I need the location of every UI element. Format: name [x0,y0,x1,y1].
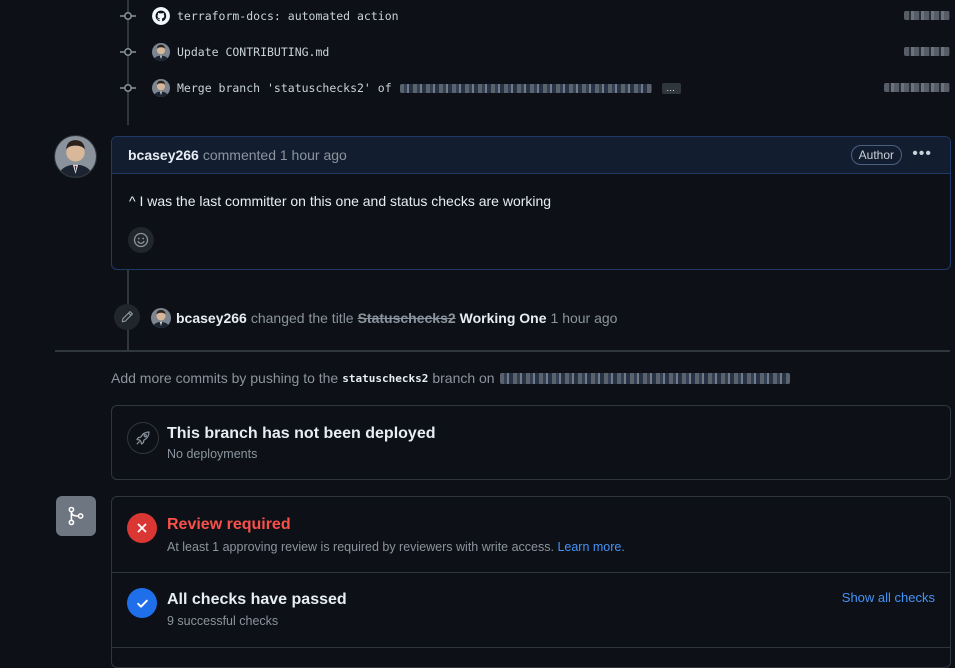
new-title: Working One [459,310,547,326]
old-title: Statuschecks2 [357,310,456,326]
rocket-icon [127,422,159,454]
git-merge-icon [56,496,96,536]
x-circle-icon [127,513,157,543]
author-badge: Author [850,145,902,165]
comment-author-link[interactable]: bcasey266 [128,147,199,163]
commit-message[interactable]: Update CONTRIBUTING.md [177,45,329,59]
event-timestamp[interactable]: 1 hour ago [551,310,618,326]
expand-commit-button[interactable]: … [661,82,681,94]
deployment-box: This branch has not been deployed No dep… [111,405,951,480]
git-commit-icon [118,78,138,98]
smiley-icon [133,232,149,248]
check-circle-icon [127,588,157,618]
commit-message[interactable]: Merge branch 'statuschecks2' of [177,81,392,95]
deployment-title: This branch has not been deployed [167,425,436,442]
checks-status-title: All checks have passed [167,591,347,608]
deployment-subtitle: No deployments [167,447,258,461]
review-status-title: Review required [167,516,291,533]
section-divider [112,572,950,573]
commit-message[interactable]: terraform-docs: automated action [177,9,399,23]
checks-status-subtitle: 9 successful checks [167,614,279,628]
comment-box: bcasey266 commented 1 hour ago Author ••… [111,136,951,270]
redacted-text [399,83,652,93]
git-commit-icon [118,6,138,26]
avatar[interactable] [54,135,97,178]
avatar[interactable] [152,79,170,97]
redacted-text [904,11,950,20]
kebab-menu-icon[interactable]: ••• [912,146,932,162]
comment-timestamp[interactable]: commented 1 hour ago [203,147,347,163]
commit-row: Update CONTRIBUTING.md [118,40,329,64]
event-actor-link[interactable]: bcasey266 [176,310,247,326]
show-all-checks-button[interactable]: Show all checks [842,590,935,605]
pencil-icon [114,304,140,330]
merge-status-box: Review required At least 1 approving rev… [111,496,951,668]
review-status-subtitle: At least 1 approving review is required … [167,540,625,554]
commit-row: terraform-docs: automated action [118,4,399,28]
comment-body: ^ I was the last committer on this one a… [129,193,552,209]
redacted-text [499,372,790,384]
learn-more-link[interactable]: Learn more. [557,540,624,554]
git-commit-icon [118,42,138,62]
redacted-text [904,47,950,56]
commit-row: Merge branch 'statuschecks2' of … [118,76,681,100]
github-icon[interactable] [152,7,170,25]
push-hint: Add more commits by pushing to the statu… [111,370,790,386]
push-hint-prefix: Add more commits by pushing to the [111,370,339,386]
section-divider [112,647,950,648]
avatar[interactable] [151,308,171,328]
comment-header: bcasey266 commented 1 hour ago Author ••… [112,137,950,174]
event-action: changed the title [250,310,354,326]
avatar[interactable] [152,43,170,61]
redacted-text [884,83,950,92]
timeline-divider [55,350,950,352]
add-reaction-button[interactable] [128,227,154,253]
review-status-text: At least 1 approving review is required … [167,540,554,554]
branch-name: statuschecks2 [342,371,429,385]
title-change-event: bcasey266 changed the title Statuschecks… [151,308,617,328]
push-hint-suffix: branch on [432,370,495,386]
